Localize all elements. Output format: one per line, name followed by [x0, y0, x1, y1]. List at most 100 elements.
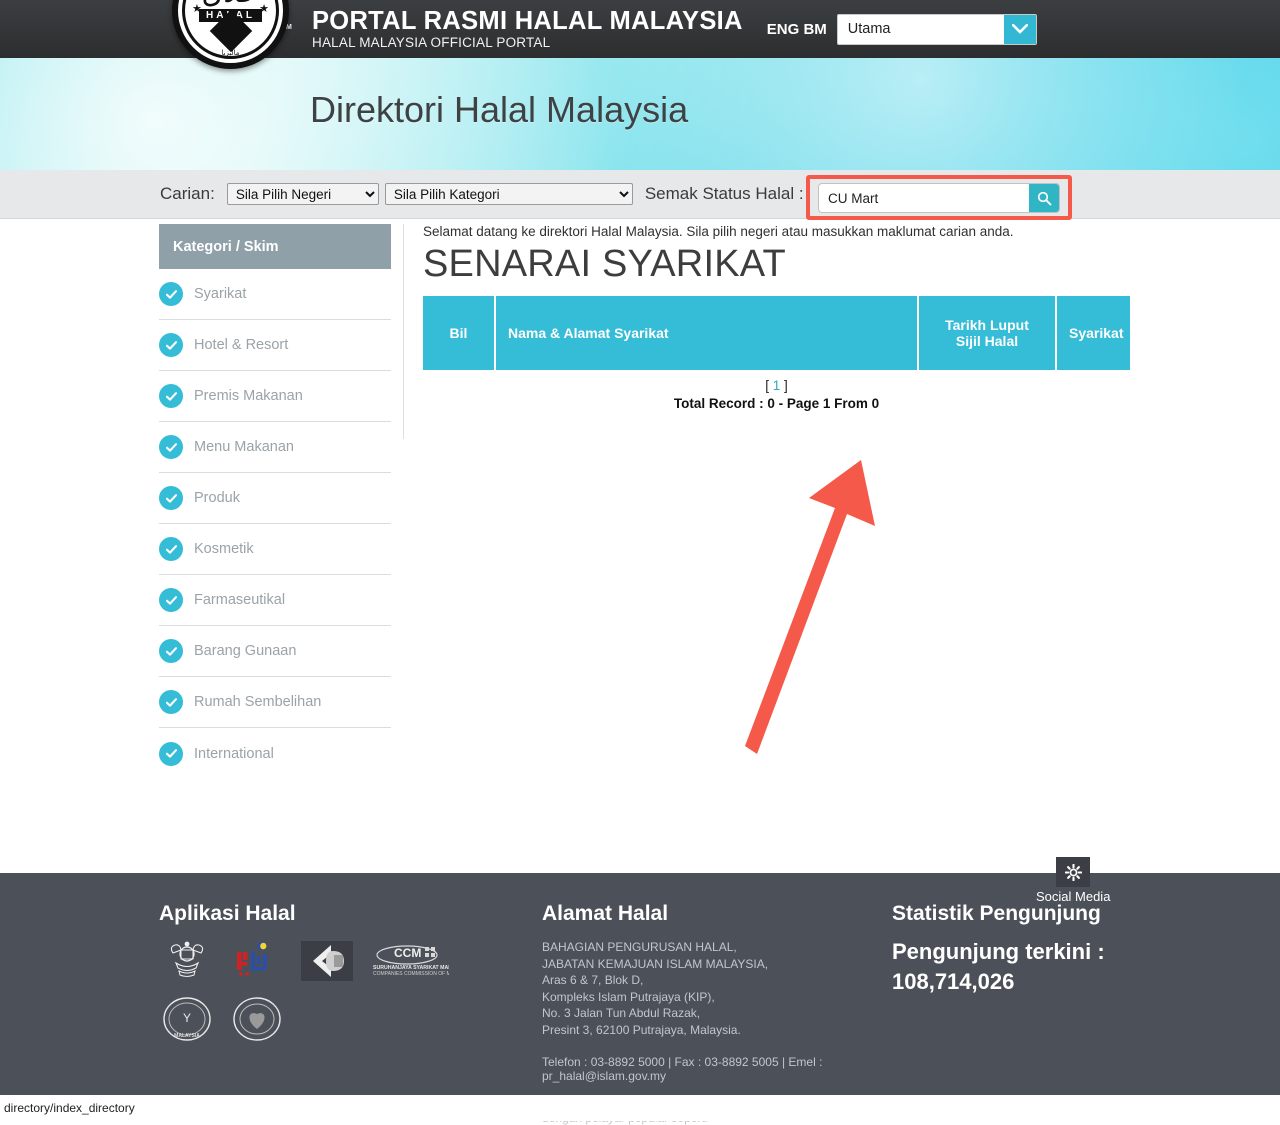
column-header-nama-alamat: Nama & Alamat Syarikat — [494, 296, 918, 370]
sidebar-item-kosmetik[interactable]: Kosmetik — [159, 524, 391, 575]
chevron-down-icon[interactable] — [1003, 14, 1036, 44]
svg-text:Y: Y — [183, 1011, 191, 1025]
sidebar-item-farmaseutikal[interactable]: Farmaseutikal — [159, 575, 391, 626]
footer-stats-title: Statistik Pengunjung — [892, 902, 1101, 925]
pager-bracket-close: ] — [784, 378, 788, 393]
sidebar-item-barang-gunaan[interactable]: Barang Gunaan — [159, 626, 391, 677]
page-banner: Direktori Halal Malaysia — [0, 58, 1280, 170]
sidebar-heading: Kategori / Skim — [159, 224, 391, 269]
check-circle-icon — [159, 639, 183, 663]
footer-address-column: Alamat Halal BAHAGIAN PENGURUSAN HALAL, J… — [542, 901, 893, 1125]
annotation-arrow — [745, 460, 875, 754]
star-icon-left: ★ — [192, 3, 202, 15]
check-circle-icon — [159, 486, 183, 510]
sidebar-item-label: Syarikat — [194, 286, 247, 302]
carian-label: Carian: — [160, 184, 215, 203]
column-header-syarikat: Syarikat — [1055, 296, 1130, 370]
welcome-text: Selamat datang ke direktori Halal Malays… — [423, 224, 1014, 239]
pager-page-link[interactable]: 1 — [773, 378, 781, 393]
address-line: Aras 6 & 7, Blok D, — [542, 973, 644, 988]
nav-dropdown-value: Utama — [847, 21, 891, 37]
footer-contact: Telefon : 03-8892 5000 | Fax : 03-8892 5… — [542, 1054, 823, 1083]
malaysia-coat-of-arms-icon — [159, 939, 215, 983]
address-line: JABATAN KEMAJUAN ISLAM MALAYSIA, — [542, 956, 769, 971]
column-header-tarikh-luput: Tarikh Luput Sijil Halal — [917, 296, 1056, 370]
gear-icon[interactable] — [1056, 857, 1091, 887]
department-of-fisheries-icon — [229, 997, 285, 1041]
language-toggle[interactable]: ENG BM — [767, 21, 827, 38]
search-button[interactable] — [1029, 184, 1059, 212]
check-circle-icon — [159, 741, 183, 766]
check-circle-icon — [159, 333, 183, 357]
status-url: directory/index_directory — [4, 1101, 135, 1115]
check-circle-icon — [159, 690, 183, 714]
footer-logo-grid: CCM SURUHANJAYA SYARIKAT MALAYSIA COMPAN… — [159, 939, 449, 1041]
magnifier-icon — [1037, 191, 1051, 205]
sidebar-item-produk[interactable]: Produk — [159, 473, 391, 524]
column-header-bil: Bil — [423, 296, 495, 370]
sidebar-item-label: Kosmetik — [194, 541, 254, 557]
sidebar-item-label: Menu Makanan — [194, 439, 294, 455]
site-footer: Aplikasi Halal CCM SURUHANJAYA SYARIKAT … — [0, 857, 1280, 1125]
svg-text:COMPANIES COMMISSION OF MALAYS: COMPANIES COMMISSION OF MALAYSIA — [373, 971, 449, 977]
nav-dropdown[interactable]: Utama — [836, 13, 1037, 45]
address-line: BAHAGIAN PENGURUSAN HALAL, — [542, 940, 737, 955]
check-circle-icon — [159, 435, 183, 459]
category-select[interactable]: Sila Pilih Kategori — [384, 183, 633, 205]
halal-corporate-icon — [299, 939, 355, 983]
visitor-label: Pengunjung terkini : — [892, 939, 1105, 965]
page-title: SENARAI SYARIKAT — [423, 243, 786, 285]
sidebar-item-international[interactable]: International — [159, 728, 391, 779]
sidebar-item-label: Produk — [194, 490, 240, 506]
semak-status-label: Semak Status Halal : — [644, 184, 804, 203]
svg-text:CCM: CCM — [394, 946, 421, 960]
sidebar-item-label: Premis Makanan — [194, 388, 303, 404]
check-circle-icon — [159, 588, 183, 612]
table-header-row: Bil Nama & Alamat Syarikat Tarikh Luput … — [423, 296, 1130, 370]
check-circle-icon — [159, 537, 183, 561]
check-circle-icon — [159, 384, 183, 408]
social-media-widget[interactable]: Social Media — [1036, 857, 1110, 904]
check-circle-icon — [159, 282, 183, 306]
sidebar-item-hotel-resort[interactable]: Hotel & Resort — [159, 320, 391, 371]
address-line: Presint 3, 62100 Putrajaya, Malaysia. — [542, 1022, 741, 1037]
main-panel: Selamat datang ke direktori Halal Malays… — [423, 224, 1130, 411]
ssm-ccm-logo-icon: CCM SURUHANJAYA SYARIKAT MALAYSIA COMPAN… — [369, 939, 449, 983]
address-line: No. 3 Jalan Tun Abdul Razak, — [542, 1006, 701, 1021]
sidebar-item-label: Farmaseutikal — [194, 592, 286, 608]
sidebar-item-syarikat[interactable]: Syarikat — [159, 269, 391, 320]
sidebar-item-label: International — [194, 745, 274, 762]
footer-address-title: Alamat Halal — [542, 902, 669, 925]
footer-address-lines: BAHAGIAN PENGURUSAN HALAL, JABATAN KEMAJU… — [542, 939, 892, 1038]
social-media-label: Social Media — [1036, 889, 1111, 904]
state-select[interactable]: Sila Pilih Negeri — [226, 183, 379, 205]
address-line: Kompleks Islam Putrajaya (KIP), — [542, 989, 715, 1004]
sidebar-item-premis-makanan[interactable]: Premis Makanan — [159, 371, 391, 422]
search-input[interactable] — [819, 184, 1029, 212]
site-subtitle: HALAL MALAYSIA OFFICIAL PORTAL — [312, 35, 551, 51]
svg-text:MALAYSIA: MALAYSIA — [174, 1033, 200, 1039]
page-content: Kategori / Skim Syarikat Hotel & Resort Pr… — [0, 219, 1280, 851]
content-divider — [403, 224, 404, 439]
footer-stats-column: Statistik Pengunjung Pengunjung terkini … — [892, 901, 1142, 1125]
sidebar-list: Syarikat Hotel & Resort Premis Makanan Menu… — [159, 269, 391, 779]
footer-apps-column: Aplikasi Halal CCM SURUHANJAYA SYARIKAT … — [159, 901, 542, 1125]
veterinary-inspected-icon: Y MALAYSIA — [159, 997, 215, 1041]
star-icon-right: ★ — [259, 3, 269, 15]
company-listing-table: Bil Nama & Alamat Syarikat Tarikh Luput … — [423, 296, 1130, 370]
jakim-logo-icon — [229, 939, 285, 983]
search-toolbar: Carian: Sila Pilih Negeri Sila Pilih Kat… — [0, 170, 1280, 219]
sidebar-item-menu-makanan[interactable]: Menu Makanan — [159, 422, 391, 473]
banner-heading: Direktori Halal Malaysia — [310, 89, 689, 130]
category-sidebar: Kategori / Skim Syarikat Hotel & Resort Pr… — [159, 224, 391, 779]
total-record-text: Total Record : 0 - Page 1 From 0 — [673, 396, 880, 411]
footer-apps-title: Aplikasi Halal — [159, 902, 296, 925]
sidebar-item-label: Hotel & Resort — [194, 337, 289, 353]
sidebar-item-label: Rumah Sembelihan — [194, 694, 322, 710]
search-input-wrapper[interactable] — [818, 183, 1060, 213]
browser-status-bar: directory/index_directory — [0, 1095, 1280, 1121]
sidebar-item-label: Barang Gunaan — [194, 643, 297, 659]
table-head: Bil Nama & Alamat Syarikat Tarikh Luput … — [423, 296, 1130, 370]
sidebar-item-rumah-sembelihan[interactable]: Rumah Sembelihan — [159, 677, 391, 728]
site-title: PORTAL RASMI HALAL MALAYSIA — [312, 6, 743, 35]
